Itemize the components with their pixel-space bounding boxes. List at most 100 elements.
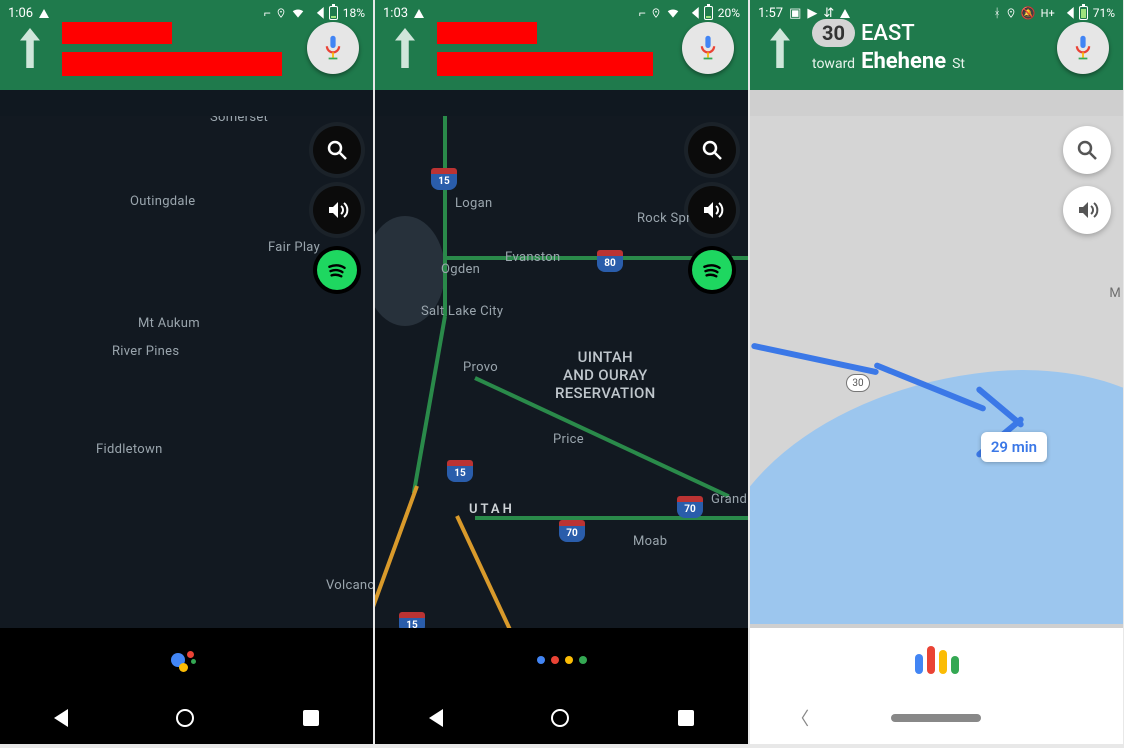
nav-home-button[interactable] [551, 709, 569, 727]
interstate-shield: 15 [399, 612, 425, 628]
interstate-shield: 15 [431, 168, 457, 190]
battery-icon [1079, 6, 1088, 20]
battery-icon [329, 6, 338, 20]
android-navbar [375, 692, 748, 744]
route-mini-shield: 30 [846, 374, 870, 392]
nav-back-button[interactable] [54, 709, 68, 727]
nav-back-button[interactable] [429, 709, 443, 727]
phone-1: 1:06 ⌐ 18% [0, 0, 373, 744]
wifi-icon [291, 6, 305, 20]
map-label-somerset: Somerset [210, 116, 268, 125]
assistant-icon [171, 649, 203, 671]
map-label-outingdale: Outingdale [130, 194, 195, 209]
search-button[interactable] [1063, 126, 1111, 174]
map-label: Price [553, 432, 584, 447]
destination-suffix: St [952, 56, 965, 72]
interstate-shield: 70 [559, 520, 585, 542]
voice-search-button[interactable] [682, 22, 734, 74]
youtube-icon: ▶ [807, 6, 817, 21]
phone-2: 1:03 ⌐ 20% [375, 0, 748, 744]
reservation-label-2: AND OURAY [555, 366, 656, 384]
map-canvas[interactable]: Logan Rock Springs Evanston Ogden Salt L… [375, 116, 748, 628]
interstate-shield: 70 [677, 496, 703, 518]
assistant-bars-icon [915, 646, 959, 674]
state-label: UTAH [469, 502, 515, 517]
nav-header: 1:03 ⌐ 20% [375, 0, 748, 90]
signal-icon [685, 7, 699, 19]
battery-pct: 20% [718, 6, 740, 20]
map-label: Provo [463, 360, 498, 375]
status-time: 1:57 [758, 6, 783, 21]
nav-active-icon [840, 9, 850, 18]
bluetooth-icon: ᚼ [993, 6, 1000, 20]
nav-home-pill[interactable] [891, 714, 981, 722]
search-button[interactable] [688, 126, 736, 174]
signal-icon [310, 7, 324, 19]
destination-name: Ehehene [861, 49, 946, 74]
screenshots-row: 1:06 ⌐ 18% [0, 0, 1124, 744]
toward-label: toward [812, 56, 855, 72]
nav-header: 1:06 ⌐ 18% [0, 0, 373, 90]
map-label: Salt Lake City [421, 304, 503, 319]
search-button[interactable] [313, 126, 361, 174]
route-line [751, 343, 879, 376]
redacted-street [437, 52, 653, 76]
map-label-m: M [1109, 286, 1121, 301]
map-label-mtaukum: Mt Aukum [138, 316, 200, 331]
redacted-street [62, 52, 282, 76]
network-hplus-icon: H+ [1041, 7, 1055, 20]
dnd-icon: 🔕 [1021, 6, 1036, 20]
interstate-shield: 80 [597, 250, 623, 272]
android-navbar [0, 692, 373, 744]
battery-pct: 71% [1093, 6, 1115, 20]
map-label: Ogden [441, 262, 480, 277]
nav-header: 1:57 ▣ ▶ ⇵ ᚼ 🔕 H+ 71% [750, 0, 1123, 90]
assistant-bar[interactable] [375, 628, 748, 692]
signal-icon [1060, 7, 1074, 19]
reservation-label-1: UINTAH [555, 348, 656, 366]
map-label-fiddletown: Fiddletown [96, 442, 163, 457]
map-canvas[interactable]: 30 29 min M [750, 116, 1123, 624]
status-bar: 1:03 ⌐ 20% [375, 0, 748, 26]
location-icon [651, 6, 661, 20]
nav-home-button[interactable] [176, 709, 194, 727]
vpn-key-icon: ⌐ [264, 6, 271, 20]
spotify-button[interactable] [313, 246, 361, 294]
battery-pct: 18% [343, 6, 365, 20]
sound-button[interactable] [688, 186, 736, 234]
nav-recents-button[interactable] [678, 710, 694, 726]
battery-icon [704, 6, 713, 20]
map-label: Grand Junction [711, 492, 748, 507]
status-time: 1:06 [8, 6, 33, 21]
app-icon: ⇵ [823, 6, 834, 21]
phone-3: 1:57 ▣ ▶ ⇵ ᚼ 🔕 H+ 71% [750, 0, 1123, 744]
nav-active-icon [414, 9, 424, 18]
nav-back-button[interactable]: 〈 [791, 705, 809, 731]
map-label-fairplay: Fair Play [268, 240, 320, 255]
sound-button[interactable] [313, 186, 361, 234]
assistant-bar[interactable] [750, 628, 1123, 692]
nav-recents-button[interactable] [303, 710, 319, 726]
interstate-shield: 15 [447, 460, 473, 482]
map-label: Logan [455, 196, 492, 211]
vpn-key-icon: ⌐ [639, 6, 646, 20]
status-bar: 1:06 ⌐ 18% [0, 0, 373, 26]
status-time: 1:03 [383, 6, 408, 21]
map-label: Moab [633, 534, 667, 549]
location-icon [1006, 6, 1016, 20]
assistant-bar[interactable] [0, 628, 373, 692]
voice-search-button[interactable] [307, 22, 359, 74]
location-icon [276, 6, 286, 20]
sound-button[interactable] [1063, 186, 1111, 234]
map-canvas[interactable]: Somerset Outingdale Fair Play Mt Aukum R… [0, 116, 373, 628]
image-icon: ▣ [789, 6, 801, 21]
voice-search-button[interactable] [1057, 22, 1109, 74]
eta-chip[interactable]: 29 min [981, 432, 1047, 462]
reservation-label-3: RESERVATION [555, 384, 656, 402]
wifi-icon [666, 6, 680, 20]
spotify-button[interactable] [688, 246, 736, 294]
nav-active-icon [39, 9, 49, 18]
reservation-label: UINTAH AND OURAY RESERVATION [555, 348, 656, 402]
map-label-riverpines: River Pines [112, 344, 179, 359]
assistant-dots-icon [537, 656, 587, 664]
